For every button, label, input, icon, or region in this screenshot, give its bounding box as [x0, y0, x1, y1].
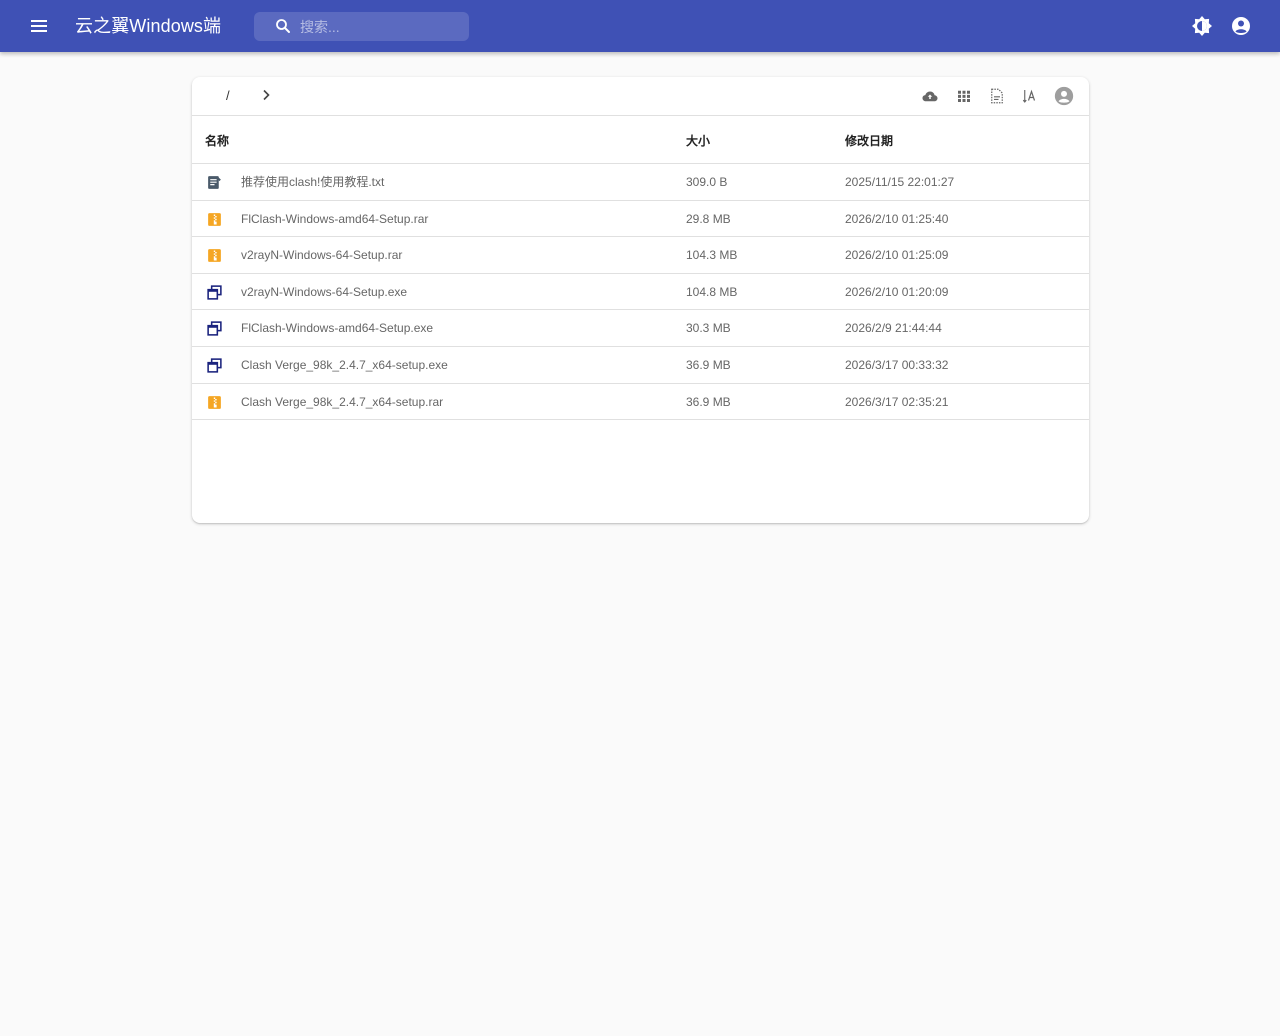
file-name[interactable]: 推荐使用clash!使用教程.txt [241, 175, 384, 189]
file-date: 2026/2/9 21:44:44 [845, 321, 942, 336]
file-date: 2026/3/17 00:33:32 [845, 357, 949, 372]
file-name[interactable]: Clash Verge_98k_2.4.7_x64-setup.exe [241, 358, 448, 372]
theme-toggle-button[interactable] [1190, 14, 1214, 38]
file-row[interactable]: v2rayN-Windows-64-Setup.exe 104.8 MB 202… [192, 274, 1089, 311]
file-list: 推荐使用clash!使用教程.txt 309.0 B 2025/11/15 22… [192, 164, 1089, 421]
text-file-icon [206, 174, 223, 191]
upload-button[interactable] [921, 87, 939, 105]
navigation-bar: / [192, 77, 1089, 116]
file-browser-card: / 名称 大小 修改日期 推荐使用clash!使用教程.txt 309.0 B … [192, 77, 1089, 523]
file-name[interactable]: v2rayN-Windows-64-Setup.exe [241, 285, 407, 299]
search-input[interactable] [300, 12, 460, 41]
search-box[interactable] [254, 12, 469, 41]
file-date: 2026/2/10 01:20:09 [845, 284, 949, 299]
file-date: 2026/2/10 01:25:09 [845, 248, 949, 263]
breadcrumb-root[interactable]: / [226, 88, 236, 104]
file-size: 30.3 MB [686, 321, 731, 336]
grid-view-icon [958, 90, 970, 102]
file-name[interactable]: v2rayN-Windows-64-Setup.rar [241, 248, 402, 262]
upload-cloud-icon [922, 91, 938, 102]
sort-alpha-icon [1022, 89, 1036, 103]
file-date: 2025/11/15 22:01:27 [845, 175, 955, 189]
file-size: 29.8 MB [686, 211, 731, 226]
file-row[interactable]: Clash Verge_98k_2.4.7_x64-setup.exe 36.9… [192, 347, 1089, 384]
account-circle-icon [1232, 17, 1250, 35]
user-avatar-button[interactable] [1054, 86, 1074, 106]
file-name[interactable]: Clash Verge_98k_2.4.7_x64-setup.rar [241, 395, 443, 409]
file-size: 104.3 MB [686, 248, 738, 263]
sort-by-name-button[interactable] [1021, 87, 1039, 105]
grid-view-button[interactable] [955, 87, 973, 105]
user-avatar-icon [1054, 86, 1074, 106]
file-size: 36.9 MB [686, 357, 731, 372]
app-bar: 云之翼Windows端 [0, 0, 1280, 52]
file-size: 104.8 MB [686, 284, 738, 299]
archive-file-icon [206, 247, 223, 264]
sort-button[interactable] [988, 87, 1006, 105]
file-row[interactable]: v2rayN-Windows-64-Setup.rar 104.3 MB 202… [192, 237, 1089, 274]
file-row[interactable]: 推荐使用clash!使用教程.txt 309.0 B 2025/11/15 22… [192, 164, 1089, 201]
archive-file-icon [206, 211, 223, 228]
file-row[interactable]: FlClash-Windows-amd64-Setup.exe 30.3 MB … [192, 310, 1089, 347]
archive-file-icon [206, 394, 223, 411]
column-header-name[interactable]: 名称 [205, 134, 229, 148]
file-row[interactable]: Clash Verge_98k_2.4.7_x64-setup.rar 36.9… [192, 384, 1089, 421]
file-name[interactable]: FlClash-Windows-amd64-Setup.exe [241, 321, 433, 335]
file-date: 2026/3/17 02:35:21 [845, 394, 949, 409]
file-date: 2026/2/10 01:25:40 [845, 211, 949, 226]
hamburger-menu-icon [31, 20, 47, 32]
file-size: 36.9 MB [686, 394, 731, 409]
executable-file-icon [206, 320, 223, 337]
column-header-date[interactable]: 修改日期 [845, 134, 893, 148]
chevron-right-icon[interactable] [259, 88, 273, 102]
sort-icon [991, 88, 1003, 104]
account-button[interactable] [1229, 14, 1253, 38]
brightness-icon [1192, 16, 1212, 36]
search-icon [276, 19, 290, 33]
file-row[interactable]: FlClash-Windows-amd64-Setup.rar 29.8 MB … [192, 201, 1089, 238]
file-size: 309.0 B [686, 175, 728, 189]
executable-file-icon [206, 284, 223, 301]
column-header-size[interactable]: 大小 [686, 134, 710, 148]
menu-button[interactable] [24, 12, 54, 40]
executable-file-icon [206, 357, 223, 374]
file-name[interactable]: FlClash-Windows-amd64-Setup.rar [241, 212, 428, 226]
app-title: 云之翼Windows端 [75, 16, 222, 36]
